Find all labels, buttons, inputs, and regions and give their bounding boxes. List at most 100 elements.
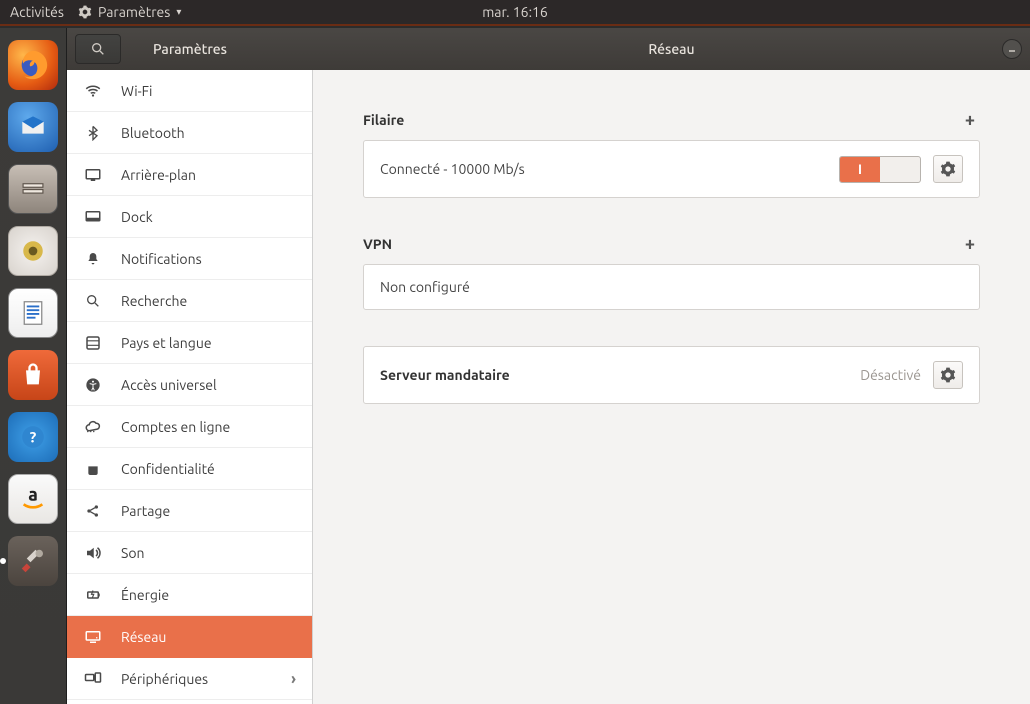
launcher-firefox[interactable] xyxy=(8,40,58,90)
sidebar-item-power[interactable]: Énergie xyxy=(67,574,312,616)
wired-status-label: Connecté - 10000 Mb/s xyxy=(380,161,525,177)
launcher-thunderbird[interactable] xyxy=(8,102,58,152)
wired-toggle[interactable]: I xyxy=(839,156,921,183)
launcher-libreoffice-writer[interactable] xyxy=(8,288,58,338)
help-icon: ? xyxy=(20,424,46,450)
thunderbird-icon xyxy=(17,111,49,143)
sidebar-item-background[interactable]: Arrière-plan xyxy=(67,154,312,196)
dropdown-icon: ▾ xyxy=(176,6,181,18)
sidebar-item-notifications[interactable]: Notifications xyxy=(67,238,312,280)
toggle-off-side xyxy=(880,157,920,182)
vpn-status-label: Non configuré xyxy=(380,279,470,295)
app-menu[interactable]: Paramètres ▾ xyxy=(78,4,181,20)
cloud-icon xyxy=(83,418,103,436)
sidebar-item-bluetooth[interactable]: Bluetooth xyxy=(67,112,312,154)
sidebar-item-label: Énergie xyxy=(121,587,169,603)
sidebar-item-label: Wi-Fi xyxy=(121,83,152,99)
sidebar-item-label: Arrière-plan xyxy=(121,167,196,183)
settings-tools-icon xyxy=(18,546,48,576)
gear-icon xyxy=(940,367,956,383)
sidebar-item-label: Partage xyxy=(121,503,170,519)
proxy-settings-button[interactable] xyxy=(933,361,963,389)
wired-add-button[interactable]: + xyxy=(960,110,980,130)
chevron-right-icon: › xyxy=(291,670,296,688)
wired-settings-button[interactable] xyxy=(933,155,963,183)
proxy-card: Serveur mandataire Désactivé xyxy=(363,346,980,404)
sidebar-item-label: Bluetooth xyxy=(121,125,185,141)
panel-title: Réseau xyxy=(648,41,694,57)
sidebar-item-label: Recherche xyxy=(121,293,187,309)
vpn-section-title: VPN xyxy=(363,236,392,252)
shopping-bag-icon xyxy=(19,361,47,389)
launcher-rhythmbox[interactable] xyxy=(8,226,58,276)
vpn-add-button[interactable]: + xyxy=(960,234,980,254)
proxy-status: Désactivé xyxy=(860,367,921,383)
bell-icon xyxy=(83,251,103,267)
toggle-on-side: I xyxy=(840,157,880,182)
activities-button[interactable]: Activités xyxy=(10,4,64,20)
proxy-title: Serveur mandataire xyxy=(380,367,510,383)
sidebar-item-privacy[interactable]: Confidentialité xyxy=(67,448,312,490)
svg-text:?: ? xyxy=(30,428,37,445)
gear-icon xyxy=(940,161,956,177)
sidebar-item-label: Comptes en ligne xyxy=(121,419,230,435)
sidebar-item-online-accounts[interactable]: Comptes en ligne xyxy=(67,406,312,448)
launcher-settings[interactable] xyxy=(8,536,58,586)
network-panel: Filaire + Connecté - 10000 Mb/s I xyxy=(313,70,1030,704)
window-titlebar: Paramètres Réseau xyxy=(67,28,1030,70)
network-icon xyxy=(83,628,103,646)
sidebar-item-network[interactable]: Réseau xyxy=(67,616,312,658)
bluetooth-icon xyxy=(83,125,103,141)
speaker-icon xyxy=(20,238,46,264)
sidebar-item-label: Accès universel xyxy=(121,377,217,393)
sidebar-item-label: Périphériques xyxy=(121,671,208,687)
sidebar-search-button[interactable] xyxy=(75,34,121,64)
sidebar-item-dock[interactable]: Dock xyxy=(67,196,312,238)
share-icon xyxy=(83,503,103,519)
sidebar-item-devices[interactable]: Périphériques › xyxy=(67,658,312,700)
launcher-files[interactable] xyxy=(8,164,58,214)
sidebar-item-label: Confidentialité xyxy=(121,461,215,477)
gear-icon xyxy=(78,5,92,19)
writer-icon xyxy=(18,298,48,328)
sidebar-item-label: Réseau xyxy=(121,629,166,645)
firefox-icon xyxy=(16,48,50,82)
launcher-help[interactable]: ? xyxy=(8,412,58,462)
minimize-icon xyxy=(1007,44,1017,54)
settings-window: Paramètres Réseau Wi-Fi Bluetooth Arrièr… xyxy=(66,28,1030,704)
sidebar-item-label: Son xyxy=(121,545,145,561)
wired-section-title: Filaire xyxy=(363,112,404,128)
background-icon xyxy=(83,166,103,184)
sidebar-item-region-language[interactable]: Pays et langue xyxy=(67,322,312,364)
globe-icon xyxy=(83,334,103,352)
sidebar-item-label: Dock xyxy=(121,209,153,225)
gnome-top-bar: Activités Paramètres ▾ mar. 16:16 xyxy=(0,0,1030,26)
sidebar-item-universal-access[interactable]: Accès universel xyxy=(67,364,312,406)
files-icon xyxy=(19,175,47,203)
search-icon xyxy=(83,293,103,309)
sidebar-item-search[interactable]: Recherche xyxy=(67,280,312,322)
sidebar-item-wifi[interactable]: Wi-Fi xyxy=(67,70,312,112)
accessibility-icon xyxy=(83,377,103,393)
app-menu-label: Paramètres xyxy=(98,4,170,20)
launcher-ubuntu-software[interactable] xyxy=(8,350,58,400)
amazon-icon: a xyxy=(17,483,49,515)
privacy-icon xyxy=(83,461,103,477)
wired-card: Connecté - 10000 Mb/s I xyxy=(363,140,980,198)
svg-text:a: a xyxy=(28,485,38,504)
clock[interactable]: mar. 16:16 xyxy=(482,4,548,20)
sidebar-item-sharing[interactable]: Partage xyxy=(67,490,312,532)
sidebar-item-sound[interactable]: Son xyxy=(67,532,312,574)
devices-icon xyxy=(83,670,103,688)
window-minimize-button[interactable] xyxy=(1002,39,1022,59)
ubuntu-launcher: ? a xyxy=(0,28,66,704)
wifi-icon xyxy=(83,82,103,100)
sidebar-item-label: Pays et langue xyxy=(121,335,212,351)
power-icon xyxy=(83,586,103,604)
settings-sidebar: Wi-Fi Bluetooth Arrière-plan Dock Notifi… xyxy=(67,70,313,704)
sidebar-item-label: Notifications xyxy=(121,251,202,267)
sound-icon xyxy=(83,544,103,562)
dock-icon xyxy=(83,208,103,226)
sidebar-title: Paramètres xyxy=(153,41,227,57)
launcher-amazon[interactable]: a xyxy=(8,474,58,524)
